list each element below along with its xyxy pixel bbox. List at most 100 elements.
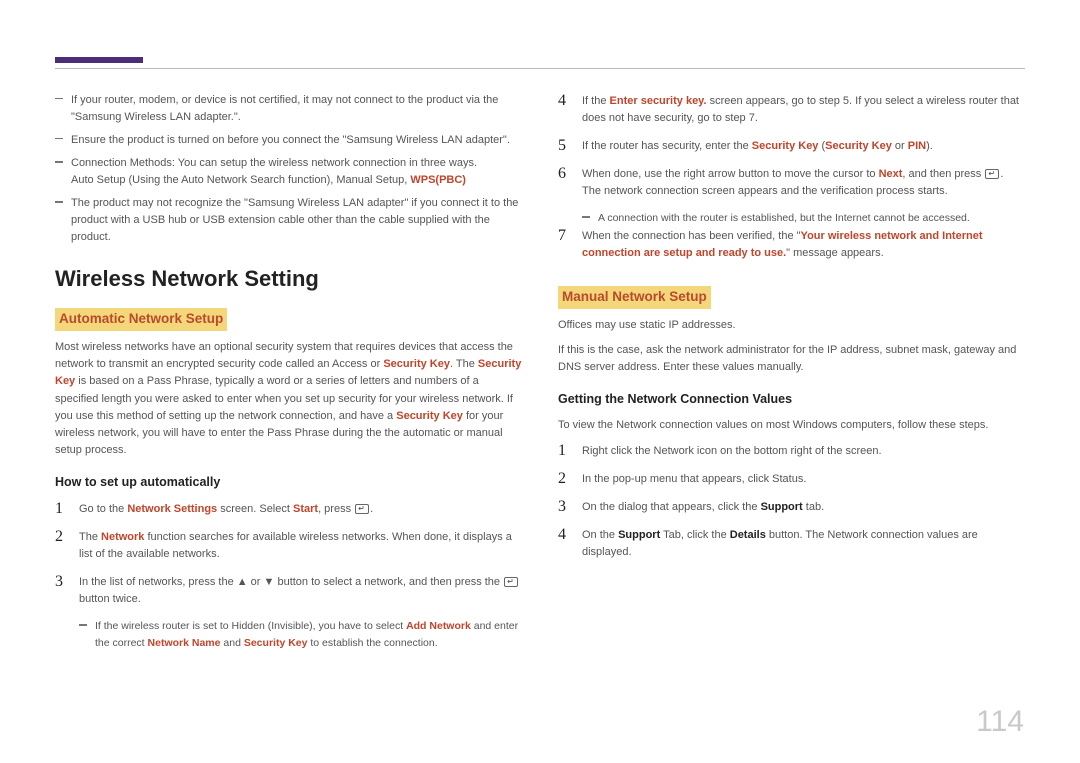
inline-bold: Support	[618, 529, 660, 541]
step-number: 3	[55, 573, 69, 591]
paragraph: Offices may use static IP addresses.	[558, 317, 1025, 334]
step-number: 6	[558, 165, 572, 183]
step-text: In the list of networks, press the ▲ or …	[79, 573, 522, 608]
paragraph: To view the Network connection values on…	[558, 417, 1025, 434]
text: When done, use the right arrow button to…	[582, 168, 879, 180]
step-number: 2	[558, 470, 572, 488]
inline-accent: Security Key	[383, 358, 450, 370]
enter-icon	[985, 169, 999, 179]
sub-heading: Getting the Network Connection Values	[558, 390, 1025, 409]
step: 4 If the Enter security key. screen appe…	[558, 92, 1025, 127]
step-text: The Network function searches for availa…	[79, 528, 522, 563]
enter-icon	[355, 504, 369, 514]
inline-accent: Add Network	[406, 620, 471, 632]
inline-accent: PIN	[908, 140, 926, 152]
text: screen. Select	[217, 503, 293, 515]
step-text: Go to the Network Settings screen. Selec…	[79, 500, 522, 518]
inline-accent: Security Key	[752, 140, 819, 152]
step: 1 Right click the Network icon on the bo…	[558, 442, 1025, 460]
text: Tab, click the	[660, 529, 730, 541]
inline-accent: WPS(PBC)	[410, 174, 466, 186]
inline-bold: Support	[761, 501, 803, 513]
step-text: If the Enter security key. screen appear…	[582, 92, 1025, 127]
step-note: If the wireless router is set to Hidden …	[79, 618, 522, 651]
step: 4 On the Support Tab, click the Details …	[558, 526, 1025, 561]
text: If the	[582, 95, 610, 107]
step-number: 7	[558, 227, 572, 245]
step-text: On the Support Tab, click the Details bu…	[582, 526, 1025, 561]
inline-accent: Network Settings	[127, 503, 217, 515]
text: When the connection has been verified, t…	[582, 230, 801, 242]
text: On the dialog that appears, click the	[582, 501, 761, 513]
inline-accent: Start	[293, 503, 318, 515]
step-note: A connection with the router is establis…	[582, 210, 1025, 226]
text: ).	[926, 140, 933, 152]
step-number: 4	[558, 92, 572, 110]
left-column: If your router, modem, or device is not …	[55, 92, 522, 651]
text: . The	[450, 358, 478, 370]
intro-bullet: If your router, modem, or device is not …	[55, 92, 522, 126]
text: button twice.	[79, 593, 141, 605]
inline-accent: Network Name	[148, 637, 221, 649]
inline-accent: Next	[879, 168, 903, 180]
step-text: If the router has security, enter the Se…	[582, 137, 1025, 155]
text: If the wireless router is set to Hidden …	[95, 620, 406, 632]
highlighted-subheading: Automatic Network Setup	[55, 308, 227, 331]
intro-bullet-list: If your router, modem, or device is not …	[55, 92, 522, 246]
text: If the router has security, enter the	[582, 140, 752, 152]
step: 1 Go to the Network Settings screen. Sel…	[55, 500, 522, 518]
step-number: 4	[558, 526, 572, 544]
step: 7 When the connection has been verified,…	[558, 227, 1025, 262]
header-accent-bar	[55, 57, 143, 63]
inline-accent: Enter security key.	[610, 95, 707, 107]
inline-accent: Security Key	[244, 637, 308, 649]
intro-bullet: Connection Methods: You can setup the wi…	[55, 155, 522, 189]
step: 3 On the dialog that appears, click the …	[558, 498, 1025, 516]
text: Auto Setup (Using the Auto Network Searc…	[71, 174, 410, 186]
text: The	[79, 531, 101, 543]
auto-steps: 1 Go to the Network Settings screen. Sel…	[55, 500, 522, 651]
step-number: 1	[558, 442, 572, 460]
text: , press	[318, 503, 354, 515]
sub-heading: How to set up automatically	[55, 473, 522, 492]
section-heading: Wireless Network Setting	[55, 262, 522, 296]
step-text: Right click the Network icon on the bott…	[582, 442, 1025, 460]
header-rule	[55, 68, 1025, 69]
highlighted-subheading: Manual Network Setup	[558, 286, 711, 309]
intro-bullet: Ensure the product is turned on before y…	[55, 132, 522, 149]
step-number: 2	[55, 528, 69, 546]
right-column: 4 If the Enter security key. screen appe…	[558, 92, 1025, 651]
step-text: When the connection has been verified, t…	[582, 227, 1025, 262]
inline-accent: Security Key	[396, 410, 463, 422]
inline-bold: Details	[730, 529, 766, 541]
inline-accent: Network	[101, 531, 144, 543]
text: On the	[582, 529, 618, 541]
text: In the list of networks, press the ▲ or …	[79, 576, 503, 588]
text: , and then press	[902, 168, 984, 180]
step: 6 When done, use the right arrow button …	[558, 165, 1025, 200]
paragraph: If this is the case, ask the network adm…	[558, 342, 1025, 376]
paragraph: Most wireless networks have an optional …	[55, 339, 522, 458]
page-number: 114	[976, 705, 1024, 739]
step-text: When done, use the right arrow button to…	[582, 165, 1025, 200]
step-number: 1	[55, 500, 69, 518]
step: 3 In the list of networks, press the ▲ o…	[55, 573, 522, 608]
page-content: If your router, modem, or device is not …	[55, 92, 1025, 651]
step: 5 If the router has security, enter the …	[558, 137, 1025, 155]
text: " message appears.	[786, 247, 883, 259]
step-number: 5	[558, 137, 572, 155]
text: .	[370, 503, 373, 515]
inline-accent: Security Key	[825, 140, 892, 152]
intro-bullet: The product may not recognize the "Samsu…	[55, 195, 522, 246]
text: Go to the	[79, 503, 127, 515]
text: or	[892, 140, 908, 152]
text: and	[220, 637, 243, 649]
step-number: 3	[558, 498, 572, 516]
text: tab.	[803, 501, 824, 513]
text: function searches for available wireless…	[79, 531, 512, 560]
step-text: In the pop-up menu that appears, click S…	[582, 470, 1025, 488]
enter-icon	[504, 577, 518, 587]
auto-steps-cont: 4 If the Enter security key. screen appe…	[558, 92, 1025, 262]
step: 2 In the pop-up menu that appears, click…	[558, 470, 1025, 488]
step-text: On the dialog that appears, click the Su…	[582, 498, 1025, 516]
